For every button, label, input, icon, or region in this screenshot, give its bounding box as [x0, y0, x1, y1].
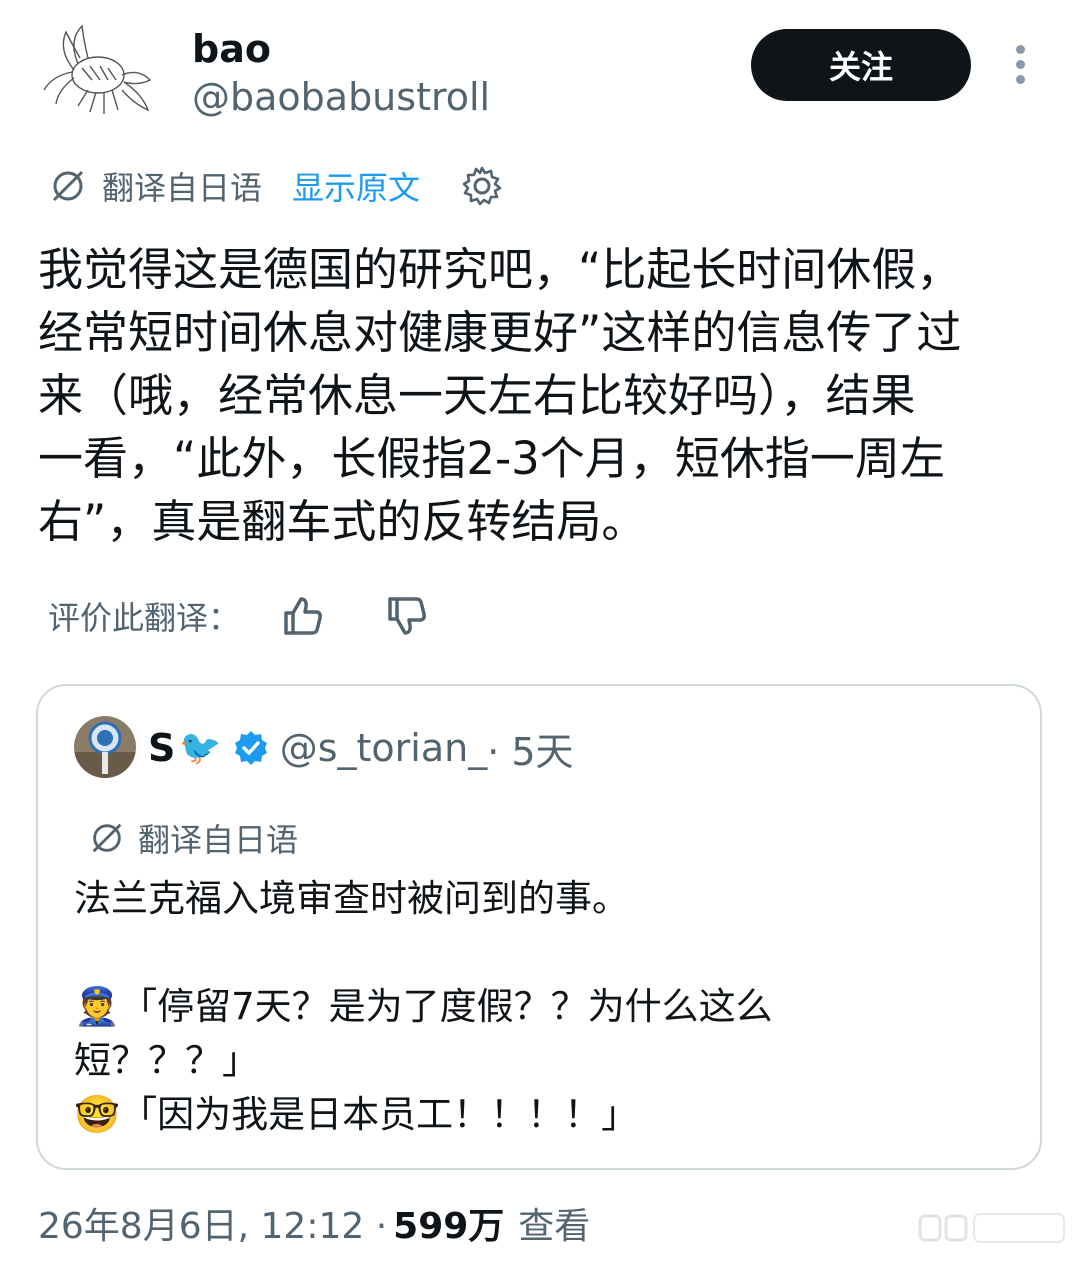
translation-bar: 翻译自日语 显示原文 — [48, 160, 504, 212]
quoted-tweet-card[interactable]: S 🐦 @s_torian_ · 5天 翻译自日语 法兰克福入境审查时被问到的事… — [36, 684, 1042, 1170]
quoted-tweet-text: 法兰克福入境审查时被问到的事。 👮「停留7天？是为了度假？？为什么这么 短？？？… — [74, 877, 773, 1136]
tweet-text: 我觉得这是德国的研究吧，“比起长时间休假， 经常短时间休息对健康更好”这样的信息… — [38, 243, 962, 548]
crayfish-sketch-icon — [43, 24, 152, 114]
translate-icon — [92, 823, 122, 853]
quoted-author-name[interactable]: S — [148, 726, 175, 770]
watermark-logo-icon — [918, 1213, 1065, 1243]
view-count: 599万 — [393, 1206, 505, 1247]
author-avatar[interactable] — [38, 20, 158, 120]
quoted-tweet-header: S 🐦 @s_torian_ · 5天 — [148, 722, 574, 774]
more-options-icon[interactable] — [1003, 42, 1037, 90]
quoted-tweet-time: · 5天 — [487, 729, 574, 774]
bird-emoji: 🐦 — [179, 728, 222, 768]
tweet-meta: 26年8月6日, 12:12 · 599万 查看 — [38, 1198, 590, 1248]
translation-source-label: 翻译自日语 — [102, 169, 263, 207]
follow-button[interactable]: 关注 — [751, 29, 971, 101]
thumbs-down-icon[interactable] — [384, 593, 430, 639]
tweet-timestamp[interactable]: 26年8月6日, 12:12 · — [38, 1197, 387, 1249]
view-count-label: 查看 — [518, 1206, 591, 1247]
quoted-author-avatar[interactable] — [74, 716, 136, 778]
quoted-translation-label: 翻译自日语 — [138, 821, 299, 859]
author-handle[interactable]: @baobabustroll — [192, 74, 490, 120]
translate-icon — [52, 170, 84, 202]
gear-icon[interactable] — [460, 164, 504, 208]
rate-translation-label: 评价此翻译： — [48, 599, 241, 637]
quoted-author-handle[interactable]: @s_torian_ — [280, 726, 488, 770]
author-display-name[interactable]: bao — [192, 26, 271, 72]
show-original-link[interactable]: 显示原文 — [292, 163, 420, 209]
quoted-translation-bar: 翻译自日语 — [88, 814, 298, 862]
verified-badge-icon — [234, 731, 267, 765]
thumbs-up-icon[interactable] — [280, 593, 326, 639]
rate-translation-bar: 评价此翻译： — [48, 588, 430, 644]
